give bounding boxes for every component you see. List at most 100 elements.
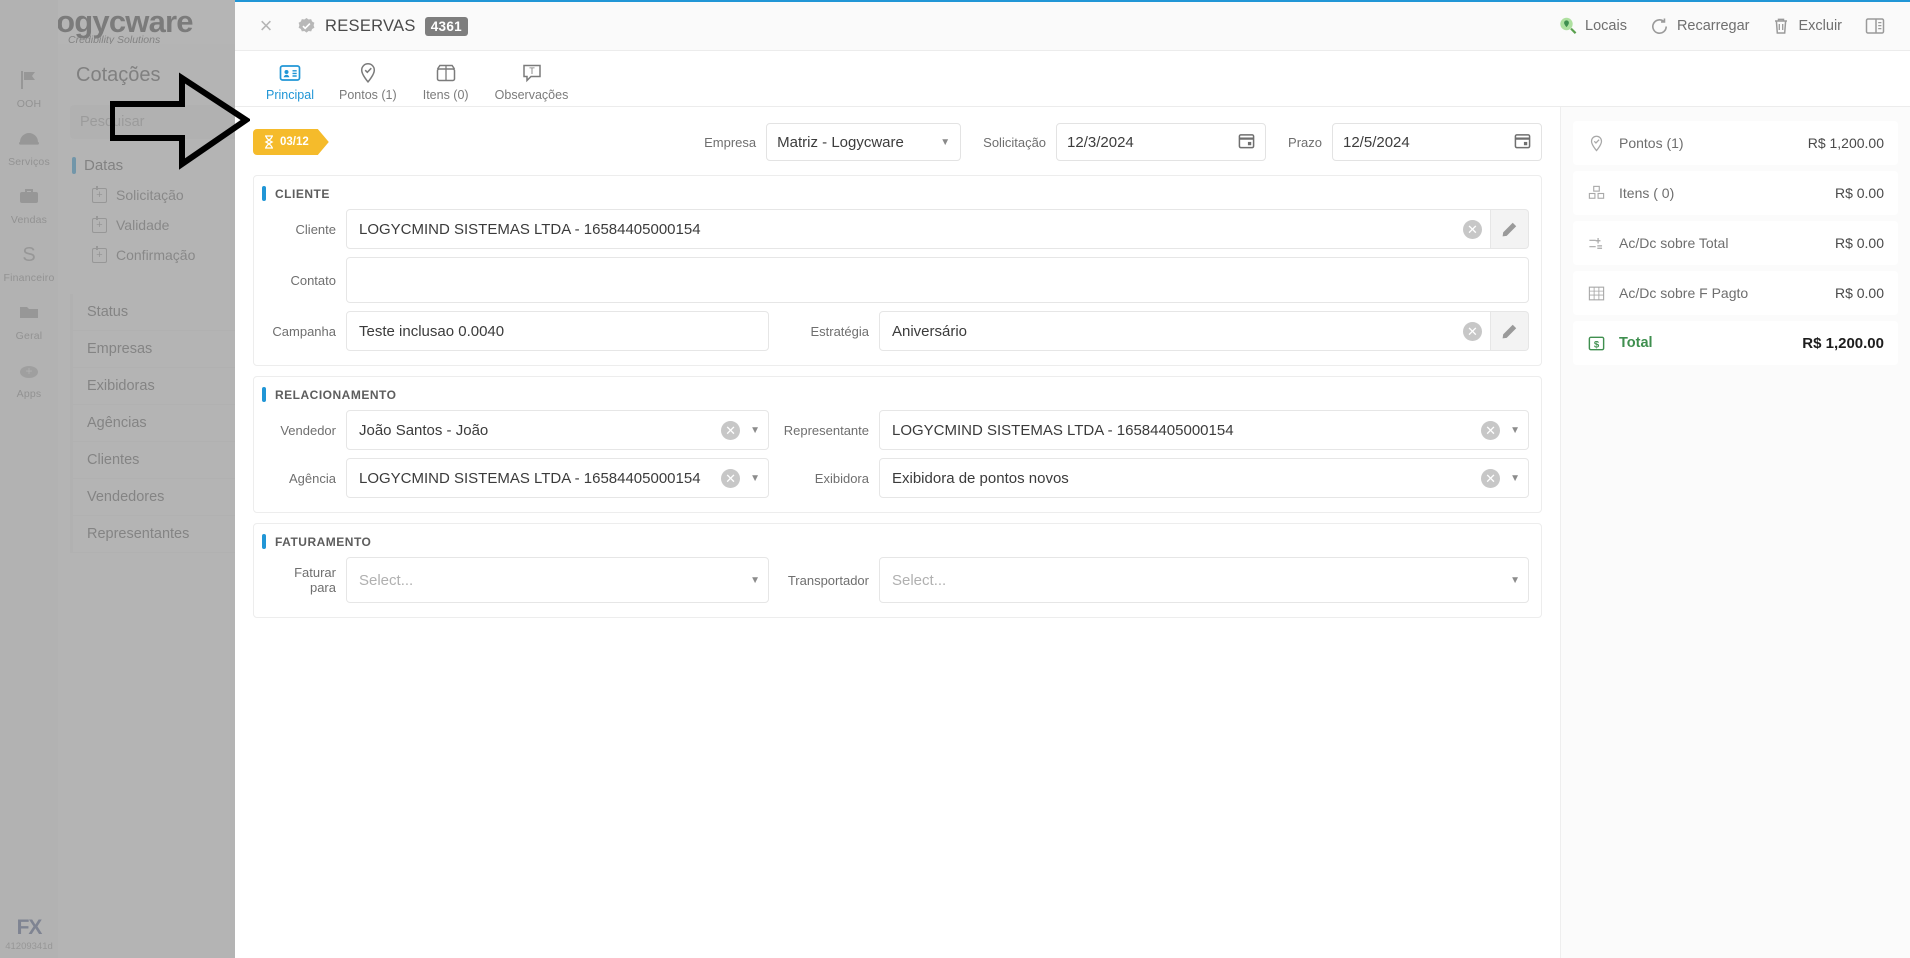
campanha-label: Campanha [272,323,336,339]
exibidora-select[interactable]: Exibidora de pontos novos ✕ ▼ [879,458,1529,498]
cliente-label: Cliente [295,221,336,237]
panel-toggle-button[interactable] [1864,15,1886,37]
tab-itens[interactable]: Itens (0) [409,57,483,102]
vendedor-select[interactable]: João Santos - João ✕ ▼ [346,410,769,450]
section-accent-bar [262,186,266,201]
arrow-annotation-icon [110,72,250,170]
solicitacao-field: Solicitação 12/3/2024 [983,123,1267,161]
campanha-value: Teste inclusao 0.0040 [359,322,505,340]
recarregar-button[interactable]: Recarregar [1649,16,1749,37]
chevron-down-icon[interactable]: ▼ [1510,425,1520,436]
section-accent-bar [262,387,266,402]
field-contato: Contato [266,257,1529,303]
tab-label-principal: Principal [266,88,314,102]
reservas-modal: × RESERVAS 4361 Locais Recarregar Exclui… [235,0,1910,958]
empresa-select[interactable]: Matriz - Logycware ▼ [766,123,962,161]
clear-icon[interactable]: ✕ [1481,468,1501,488]
clear-icon[interactable]: ✕ [721,420,741,440]
tab-observacoes[interactable]: T Observações [485,57,579,102]
tab-label-itens: Itens (0) [422,88,469,102]
chevron-down-icon[interactable]: ▼ [750,575,760,586]
form-top-row: 03/12 Empresa Matriz - Logycware ▼ Solic… [253,119,1542,165]
calendar-icon[interactable] [1498,132,1531,152]
section-cliente: CLIENTE Cliente LOGYCMIND SISTEMAS LTDA … [253,175,1542,366]
form-column: 03/12 Empresa Matriz - Logycware ▼ Solic… [235,107,1560,958]
faturar-para-select[interactable]: Select... ▼ [346,557,769,603]
cliente-input[interactable]: LOGYCMIND SISTEMAS LTDA - 16584405000154… [346,209,1491,249]
tab-principal[interactable]: Principal [253,57,327,102]
header-toolbar: Locais Recarregar Excluir [1558,15,1894,37]
chevron-down-icon[interactable]: ▼ [1510,575,1520,586]
section-title-cliente: CLIENTE [275,186,330,201]
record-count-badge: 4361 [424,16,468,36]
panel-toggle-icon [1865,18,1885,34]
page-title: RESERVAS [325,16,416,35]
section-header-faturamento: FATURAMENTO [262,534,1529,549]
field-campanha-estrategia: Campanha Teste inclusao 0.0040 Estratégi… [266,311,1529,351]
locais-button[interactable]: Locais [1558,16,1627,36]
excluir-label: Excluir [1798,18,1842,34]
svg-text:$: $ [1594,339,1600,350]
summary-row-total[interactable]: $ Total R$ 1,200.00 [1573,321,1898,365]
agencia-select[interactable]: LOGYCMIND SISTEMAS LTDA - 16584405000154… [346,458,769,498]
summary-label-acdc-total: Ac/Dc sobre Total [1619,235,1729,251]
summary-row-itens[interactable]: Itens ( 0) R$ 0.00 [1573,171,1898,215]
exibidora-value: Exibidora de pontos novos [892,469,1069,487]
chevron-down-icon: ▼ [940,136,951,148]
summary-value-pontos: R$ 1,200.00 [1807,135,1884,151]
contato-input[interactable] [346,257,1529,303]
exibidora-label: Exibidora [814,470,869,486]
summary-value-acdc-pagto: R$ 0.00 [1834,285,1884,301]
map-pin-check-icon [1587,134,1609,153]
pencil-icon [1502,222,1517,236]
summary-label-pontos: Pontos (1) [1619,135,1684,151]
prazo-date-input[interactable]: 12/5/2024 [1332,123,1542,161]
empresa-value: Matriz - Logycware [777,133,904,151]
cliente-edit-button[interactable] [1491,209,1529,249]
summary-row-acdc-total[interactable]: Ac/Dc sobre Total R$ 0.00 [1573,221,1898,265]
section-header-cliente: CLIENTE [262,186,1529,201]
clear-icon[interactable]: ✕ [1463,219,1482,239]
section-faturamento: FATURAMENTO Faturar para Select... ▼ Tra… [253,523,1542,618]
chevron-down-icon[interactable]: ▼ [750,425,760,436]
locais-label: Locais [1585,18,1627,34]
vendedor-label: Vendedor [280,422,336,438]
tab-pontos[interactable]: Pontos (1) [329,57,407,102]
estrategia-input[interactable]: Aniversário ✕ [879,311,1491,351]
refresh-icon [1651,17,1667,34]
clear-icon[interactable]: ✕ [721,468,741,488]
pencil-icon [1502,324,1517,338]
trash-icon [1775,18,1788,34]
map-pin-check-icon [339,61,397,85]
excluir-button[interactable]: Excluir [1771,16,1842,36]
empresa-label: Empresa [704,134,757,150]
summary-value-itens: R$ 0.00 [1834,185,1884,201]
id-card-icon [263,61,317,85]
summary-row-pontos[interactable]: Pontos (1) R$ 1,200.00 [1573,121,1898,165]
clear-icon[interactable]: ✕ [1481,420,1501,440]
transportador-label: Transportador [787,572,869,588]
summary-row-acdc-pagto[interactable]: Ac/Dc sobre F Pagto R$ 0.00 [1573,271,1898,315]
summary-label-itens: Itens ( 0) [1619,185,1675,201]
field-vendedor-representante: Vendedor João Santos - João ✕ ▼ Represen… [266,410,1529,450]
chevron-down-icon[interactable]: ▼ [750,473,760,484]
clear-icon[interactable]: ✕ [1463,321,1482,341]
status-badge-text: 03/12 [280,136,309,148]
close-icon[interactable]: × [251,15,281,37]
section-relacionamento: RELACIONAMENTO Vendedor João Santos - Jo… [253,376,1542,513]
summary-value-acdc-total: R$ 0.00 [1834,235,1884,251]
chevron-down-icon[interactable]: ▼ [1510,473,1520,484]
transportador-select[interactable]: Select... ▼ [879,557,1529,603]
field-cliente: Cliente LOGYCMIND SISTEMAS LTDA - 165844… [266,209,1529,249]
representante-label: Representante [783,422,869,438]
campanha-input[interactable]: Teste inclusao 0.0040 [346,311,769,351]
svg-text:T: T [529,66,535,76]
calendar-icon[interactable] [1222,132,1255,152]
solicitacao-date-input[interactable]: 12/3/2024 [1056,123,1267,161]
section-title-relacionamento: RELACIONAMENTO [275,387,397,402]
estrategia-edit-button[interactable] [1491,311,1529,351]
status-badge[interactable]: 03/12 [253,129,329,155]
contato-label: Contato [290,272,336,288]
representante-select[interactable]: LOGYCMIND SISTEMAS LTDA - 16584405000154… [879,410,1529,450]
field-faturar-transportador: Faturar para Select... ▼ Transportador S… [266,557,1529,603]
